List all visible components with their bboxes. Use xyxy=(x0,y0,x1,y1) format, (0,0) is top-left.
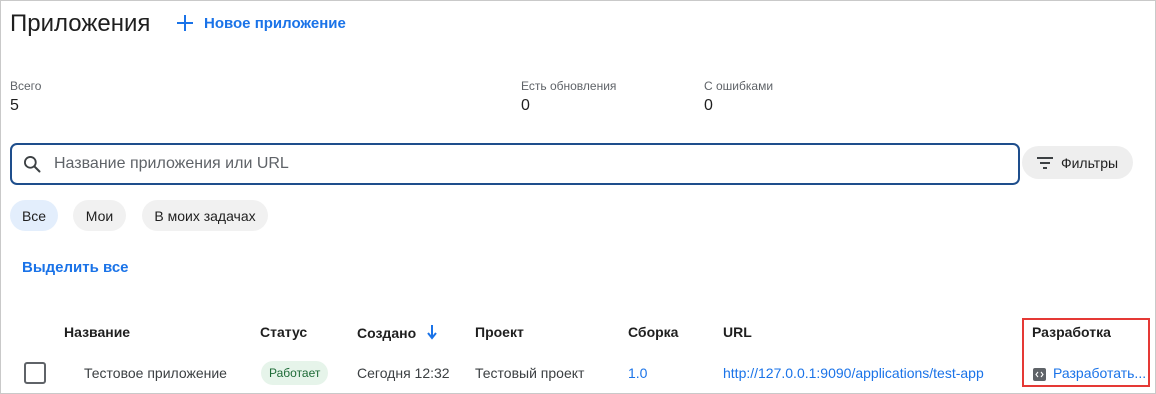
column-header-build[interactable]: Сборка xyxy=(628,324,678,340)
search-field xyxy=(10,143,1020,185)
chip-all[interactable]: Все xyxy=(10,200,58,231)
search-input[interactable] xyxy=(52,148,1018,180)
created-date: Сегодня 12:32 xyxy=(357,365,450,381)
filter-lines-icon xyxy=(1036,156,1053,169)
stat-updates-label: Есть обновления xyxy=(521,79,617,93)
status-badge: Работает xyxy=(261,361,329,385)
stat-total-value: 5 xyxy=(10,97,19,114)
build-link[interactable]: 1.0 xyxy=(628,365,647,381)
filters-label: Фильтры xyxy=(1060,154,1119,171)
column-header-created-label: Создано xyxy=(357,325,417,341)
chip-my-tasks-label: В моих задачах xyxy=(154,207,256,224)
plus-icon xyxy=(176,14,194,32)
column-header-project[interactable]: Проект xyxy=(475,324,524,340)
chip-mine-label: Мои xyxy=(85,207,114,224)
search-icon xyxy=(24,156,41,173)
new-app-button[interactable]: Новое приложение xyxy=(176,14,346,32)
window-frame xyxy=(0,0,1156,394)
app-name[interactable]: Тестовое приложение xyxy=(84,365,227,381)
project-name: Тестовый проект xyxy=(475,365,585,381)
chip-all-label: Все xyxy=(21,207,47,224)
url-link[interactable]: http://127.0.0.1:9090/applications/test-… xyxy=(723,365,984,381)
highlight-frame xyxy=(1022,318,1150,387)
chip-mine[interactable]: Мои xyxy=(73,200,126,231)
column-header-created[interactable]: Создано xyxy=(357,324,438,341)
select-all-link[interactable]: Выделить все xyxy=(22,259,129,276)
stat-total-label: Всего xyxy=(10,79,42,93)
row-checkbox[interactable] xyxy=(24,362,46,384)
chip-my-tasks[interactable]: В моих задачах xyxy=(142,200,268,231)
stat-errors-label: С ошибками xyxy=(704,79,774,93)
page-title: Приложения xyxy=(10,10,151,37)
column-header-status[interactable]: Статус xyxy=(260,324,307,340)
column-header-name[interactable]: Название xyxy=(64,324,130,340)
stat-updates-value: 0 xyxy=(521,97,530,114)
arrow-down-icon xyxy=(427,325,437,340)
column-header-url[interactable]: URL xyxy=(723,324,752,340)
stat-errors-value: 0 xyxy=(704,97,713,114)
filters-button[interactable]: Фильтры xyxy=(1022,146,1133,179)
new-app-label: Новое приложение xyxy=(204,14,346,32)
